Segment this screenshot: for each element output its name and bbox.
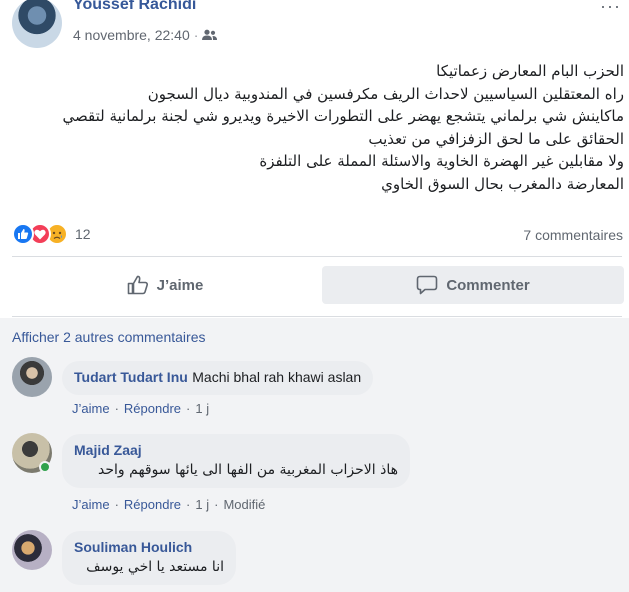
author-name[interactable]: Youssef Rachidi — [73, 0, 196, 14]
comment-time[interactable]: 1 j — [195, 401, 209, 416]
online-status-dot — [39, 461, 51, 473]
comment-text: Machi bhal rah khawi aslan — [192, 369, 362, 385]
like-icon — [12, 223, 34, 245]
comment-text: هاذ الاحزاب المغربية من الفها الى يائها … — [98, 462, 398, 478]
comment-actions: J’aime · Répondre · 1 j · Modifié — [72, 497, 266, 512]
post-line: المعارضة دالمغرب بحال السوق الخاوي — [381, 174, 624, 193]
comment-reply-link[interactable]: Répondre — [124, 497, 181, 512]
comment-like-link[interactable]: J’aime — [72, 497, 110, 512]
comment-like-link[interactable]: J’aime — [72, 401, 110, 416]
comment-bubble: Tudart Tudart Inu Machi bhal rah khawi a… — [62, 361, 374, 395]
view-more-comments-link[interactable]: Afficher 2 autres commentaires — [12, 329, 206, 345]
more-options-button[interactable]: ··· — [600, 0, 621, 17]
edited-label[interactable]: Modifié — [223, 497, 265, 512]
friends-icon[interactable] — [202, 29, 218, 41]
comment-icon — [417, 275, 438, 295]
comment-author[interactable]: Majid Zaaj — [74, 442, 398, 458]
post-line: راه المعتقلين السياسيين لاحداث الريف مكر… — [147, 84, 624, 103]
post-timestamp[interactable]: 4 novembre, 22:40 — [73, 27, 190, 43]
reactions-summary[interactable]: 12 — [12, 223, 91, 245]
divider — [12, 316, 622, 317]
like-button[interactable]: J’aime — [12, 266, 318, 304]
post-line: الحقائق على ما لحق الزفزافي من تعذيب — [368, 129, 624, 148]
commenter-avatar[interactable] — [12, 530, 52, 570]
reaction-count[interactable]: 12 — [75, 226, 91, 242]
author-avatar[interactable] — [12, 0, 62, 48]
comment-actions: J’aime · Répondre · 1 j — [72, 401, 210, 416]
commenter-avatar[interactable] — [12, 357, 52, 397]
meta-separator: · — [193, 27, 199, 43]
comment-author[interactable]: Souliman Houlich — [74, 539, 224, 555]
comment-time[interactable]: 1 j — [195, 497, 209, 512]
comment-reply-link[interactable]: Répondre — [124, 401, 181, 416]
facebook-post: Youssef Rachidi 4 novembre, 22:40 · ··· … — [0, 0, 629, 592]
post-meta: 4 novembre, 22:40 · — [73, 27, 218, 43]
comment-bubble: Majid Zaaj هاذ الاحزاب المغربية من الفها… — [62, 434, 410, 488]
post-text: الحزب البام المعارض زعماتيكا راه المعتقل… — [14, 60, 625, 195]
like-button-label: J’aime — [156, 276, 204, 294]
comment-button-label: Commenter — [446, 276, 530, 294]
post-line: ولا مقابلين غير الهضرة الخاوية والاسئلة … — [259, 152, 624, 170]
post-line: ماكاينش شي برلماني يتشجع يهضر على التطور… — [62, 107, 625, 125]
comment-text: انا مستعد يا اخي يوسف — [86, 559, 224, 575]
thumbs-up-icon — [127, 275, 148, 295]
comment-button[interactable]: Commenter — [322, 266, 624, 304]
comment-author[interactable]: Tudart Tudart Inu — [74, 369, 188, 385]
post-line: الحزب البام المعارض زعماتيكا — [436, 62, 624, 80]
comment-bubble: Souliman Houlich انا مستعد يا اخي يوسف — [62, 531, 236, 585]
comments-count[interactable]: 7 commentaires — [523, 227, 623, 243]
divider — [12, 256, 622, 257]
